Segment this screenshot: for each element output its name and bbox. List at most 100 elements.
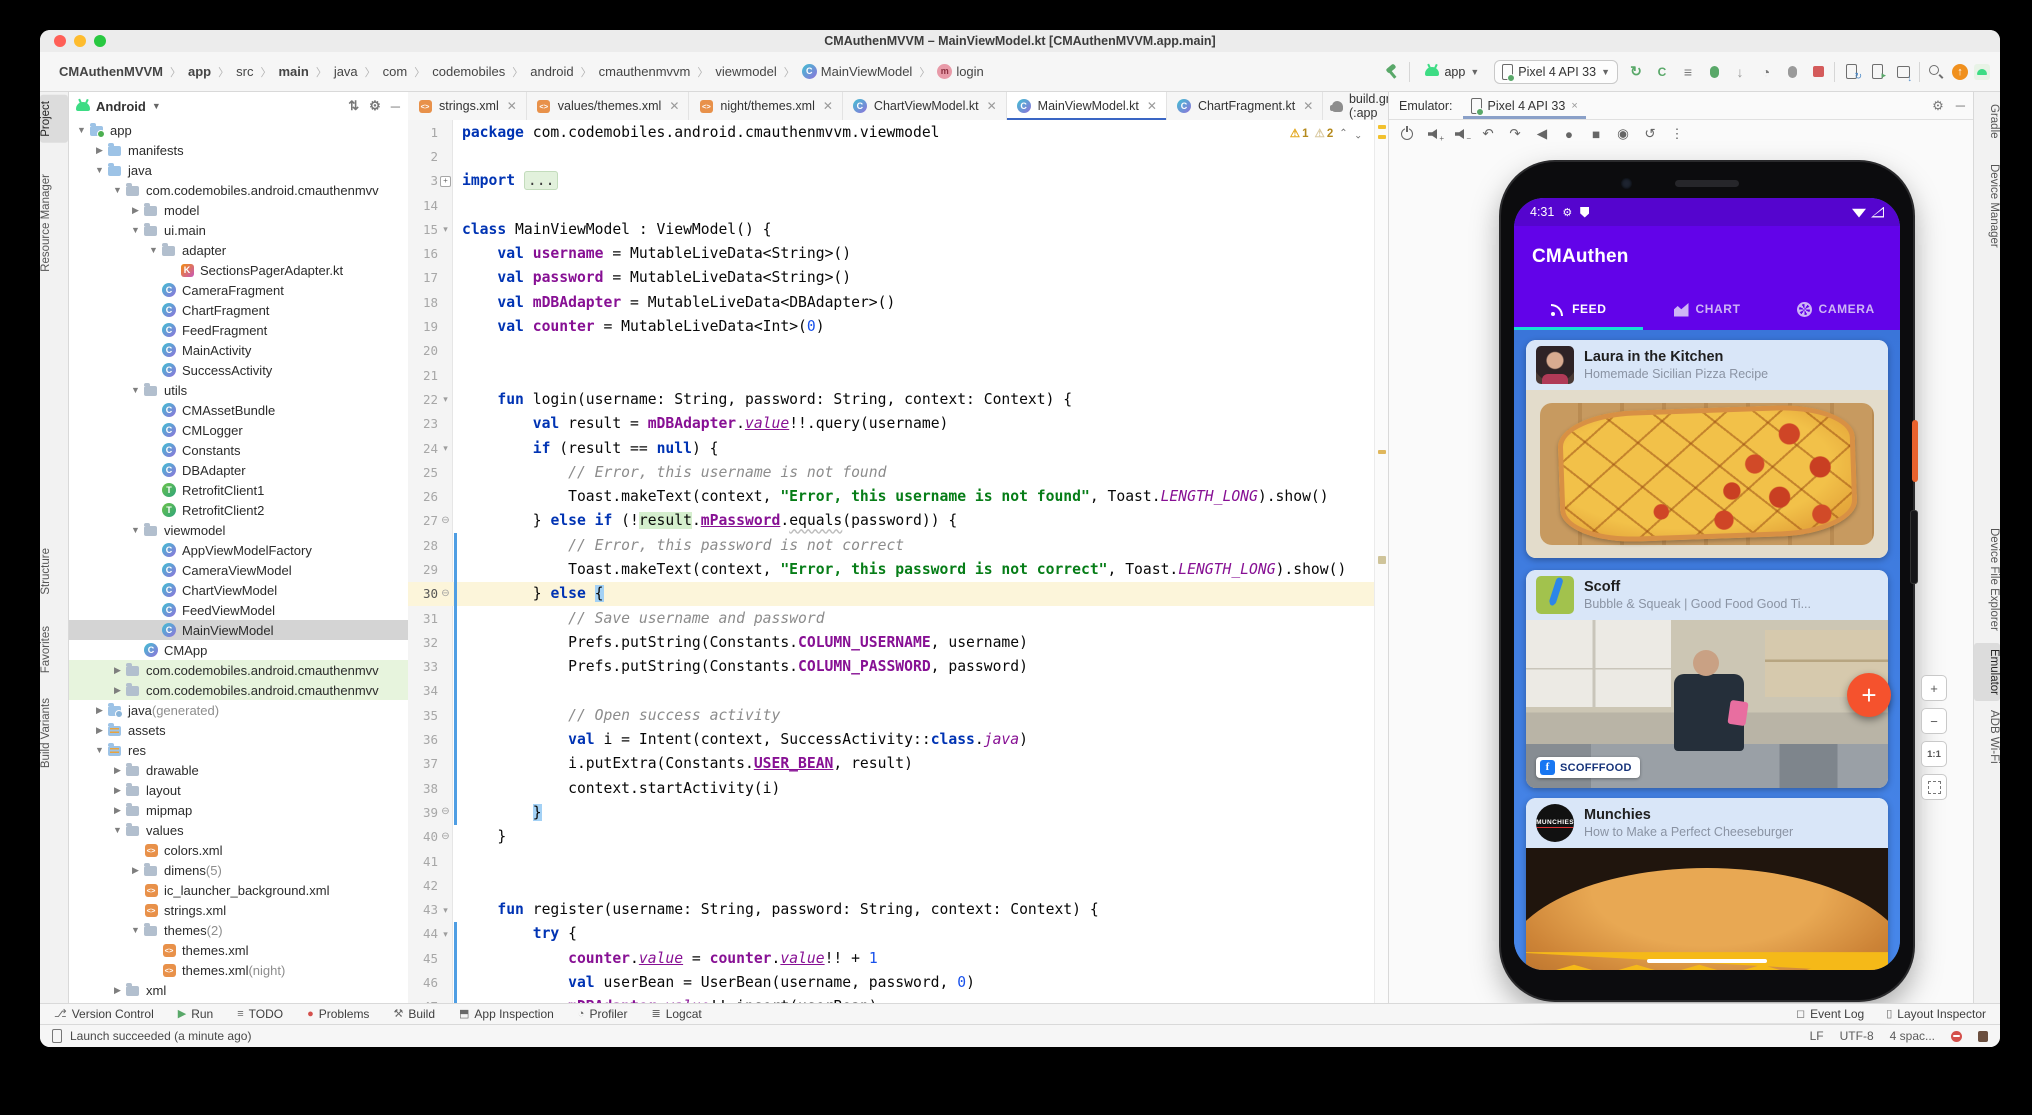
settings-gear-icon[interactable]: ⚙: [369, 98, 381, 114]
tree-item[interactable]: ▼com.codemobiles.android.cmauthenmvv: [68, 180, 408, 200]
phone-volume-button[interactable]: [1910, 510, 1918, 584]
tool-strip-item-gradle[interactable]: Gradle: [1974, 98, 2000, 145]
code-area[interactable]: 1package com.codemobiles.android.cmauthe…: [408, 120, 1375, 1003]
tree-expand-icon[interactable]: ▶: [110, 805, 125, 816]
editor-tab-strings-xml[interactable]: strings.xml✕: [408, 92, 527, 120]
apk-icon[interactable]: [1893, 62, 1913, 82]
hide-panel-icon[interactable]: ─: [1956, 98, 1965, 113]
code-line[interactable]: 14: [408, 193, 1375, 217]
tool-window-button-log[interactable]: ≣Logcat: [651, 1007, 701, 1021]
tree-item[interactable]: ChartViewModel: [68, 580, 408, 600]
tree-item[interactable]: ▼res: [68, 740, 408, 760]
upgrade-icon[interactable]: ↑: [1952, 64, 1968, 80]
code-line[interactable]: 37 i.putExtra(Constants.USER_BEAN, resul…: [408, 752, 1375, 776]
settings-gear-icon[interactable]: ⚙: [1932, 98, 1944, 114]
tree-collapse-icon[interactable]: ▼: [146, 245, 161, 255]
breadcrumb-item[interactable]: main: [275, 63, 311, 80]
fold-marker-icon[interactable]: ▾: [438, 394, 453, 404]
fold-marker-icon[interactable]: ▾: [438, 443, 453, 453]
tool-window-button-appins[interactable]: ⬒App Inspection: [459, 1007, 554, 1021]
code-line[interactable]: 36 val i = Intent(context, SuccessActivi…: [408, 727, 1375, 751]
code-line[interactable]: 40⊖ }: [408, 825, 1375, 849]
tool-strip-item-structure[interactable]: Structure: [40, 542, 68, 601]
highlight-level-icon[interactable]: [1951, 1031, 1962, 1042]
tool-window-button-prof[interactable]: ◔Profiler: [578, 1007, 628, 1021]
device-dropdown[interactable]: Pixel 4 API 33 ▼: [1494, 60, 1618, 84]
close-icon[interactable]: ✕: [1303, 99, 1313, 113]
phone-screen[interactable]: 4:31 ⚙ CMAuthen FEEDCHARTCAMERA: [1514, 198, 1900, 970]
error-stripe[interactable]: [1374, 120, 1388, 1003]
fold-marker-icon[interactable]: +: [438, 175, 453, 187]
code-line[interactable]: 21: [408, 363, 1375, 387]
code-line[interactable]: 15▾class MainViewModel : ViewModel() {: [408, 217, 1375, 241]
expand-all-icon[interactable]: ⇅: [348, 98, 359, 114]
code-line[interactable]: 22▾ fun login(username: String, password…: [408, 387, 1375, 411]
tool-window-button-evlog[interactable]: ◻Event Log: [1796, 1007, 1864, 1021]
fold-marker-icon[interactable]: ▾: [438, 929, 453, 939]
cover-icon[interactable]: ≡: [1678, 62, 1698, 82]
tree-collapse-icon[interactable]: ▼: [110, 185, 125, 195]
code-line[interactable]: 46 val userBean = UserBean(username, pas…: [408, 970, 1375, 994]
debug-icon[interactable]: [1704, 62, 1724, 82]
tree-expand-icon[interactable]: ▶: [110, 685, 125, 696]
tree-item[interactable]: themes.xml (night): [68, 960, 408, 980]
tree-item[interactable]: FeedViewModel: [68, 600, 408, 620]
tree-expand-icon[interactable]: ▶: [92, 145, 107, 156]
prev-issue-icon[interactable]: ⌃: [1339, 128, 1347, 139]
tree-item[interactable]: Constants: [68, 440, 408, 460]
tree-item[interactable]: strings.xml: [68, 900, 408, 920]
tree-item[interactable]: ▼app: [68, 120, 408, 140]
code-line[interactable]: 19 val counter = MutableLiveData<Int>(0): [408, 314, 1375, 338]
zoom-fit-button[interactable]: [1921, 774, 1947, 800]
tree-item[interactable]: ▼utils: [68, 380, 408, 400]
tree-item[interactable]: colors.xml: [68, 840, 408, 860]
close-icon[interactable]: ✕: [823, 99, 833, 113]
next-issue-icon[interactable]: ⌃: [1354, 128, 1362, 139]
camera-icon[interactable]: ◉: [1613, 124, 1633, 144]
code-line[interactable]: 41: [408, 849, 1375, 873]
tree-item[interactable]: ▼values: [68, 820, 408, 840]
code-line[interactable]: 16 val username = MutableLiveData<String…: [408, 241, 1375, 265]
tool-strip-item-adb-wi-fi[interactable]: ADB Wi-Fi: [1974, 704, 2000, 770]
close-icon[interactable]: ✕: [507, 99, 517, 113]
tool-window-button-run[interactable]: ▶Run: [178, 1007, 213, 1021]
breadcrumb-item[interactable]: app: [185, 63, 214, 80]
add-fab-button[interactable]: +: [1847, 673, 1891, 717]
overview-icon[interactable]: ■: [1586, 124, 1606, 144]
tree-collapse-icon[interactable]: ▼: [128, 225, 143, 235]
power-icon[interactable]: [1397, 124, 1417, 144]
tree-item[interactable]: themes.xml: [68, 940, 408, 960]
more-icon[interactable]: ⋮: [1667, 124, 1687, 144]
tree-collapse-icon[interactable]: ▼: [128, 385, 143, 395]
breadcrumb-item[interactable]: mlogin: [934, 63, 986, 80]
breadcrumb-item[interactable]: src: [233, 63, 256, 80]
tree-expand-icon[interactable]: ▶: [110, 785, 125, 796]
tree-item[interactable]: AppViewModelFactory: [68, 540, 408, 560]
inspection-widget[interactable]: 1 2 ⌃ ⌃: [1286, 125, 1366, 141]
tree-item[interactable]: ▼themes (2): [68, 920, 408, 940]
rerun-icon[interactable]: ↻: [1626, 62, 1646, 82]
tree-expand-icon[interactable]: ▶: [110, 665, 125, 676]
tree-item[interactable]: ChartFragment: [68, 300, 408, 320]
hide-panel-icon[interactable]: ─: [391, 99, 400, 114]
home-icon[interactable]: ●: [1559, 124, 1579, 144]
zoom-reset-button[interactable]: 1:1: [1921, 741, 1947, 767]
chevron-down-icon[interactable]: ▼: [152, 101, 161, 111]
tool-strip-item-device-file-explorer[interactable]: Device File Explorer: [1974, 522, 2000, 637]
search-icon[interactable]: [1926, 62, 1946, 82]
close-icon[interactable]: ×: [1571, 100, 1577, 112]
code-line[interactable]: 34: [408, 679, 1375, 703]
vol-down-icon[interactable]: −: [1451, 124, 1471, 144]
tree-item[interactable]: ▶java (generated): [68, 700, 408, 720]
tree-item[interactable]: ▶drawable: [68, 760, 408, 780]
tree-item[interactable]: ic_launcher_background.xml: [68, 880, 408, 900]
app-tab-feed[interactable]: FEED: [1514, 288, 1643, 330]
back-icon[interactable]: ◀: [1532, 124, 1552, 144]
tool-strip-item-emulator[interactable]: Emulator: [1974, 643, 2000, 701]
app-tab-chart[interactable]: CHART: [1643, 288, 1772, 330]
code-line[interactable]: 42: [408, 873, 1375, 897]
close-icon[interactable]: ✕: [1147, 99, 1157, 113]
code-line[interactable]: 32 Prefs.putString(Constants.COLUMN_USER…: [408, 630, 1375, 654]
tree-item[interactable]: ▶xml: [68, 980, 408, 1000]
status-indicator[interactable]: LF: [1810, 1029, 1824, 1043]
